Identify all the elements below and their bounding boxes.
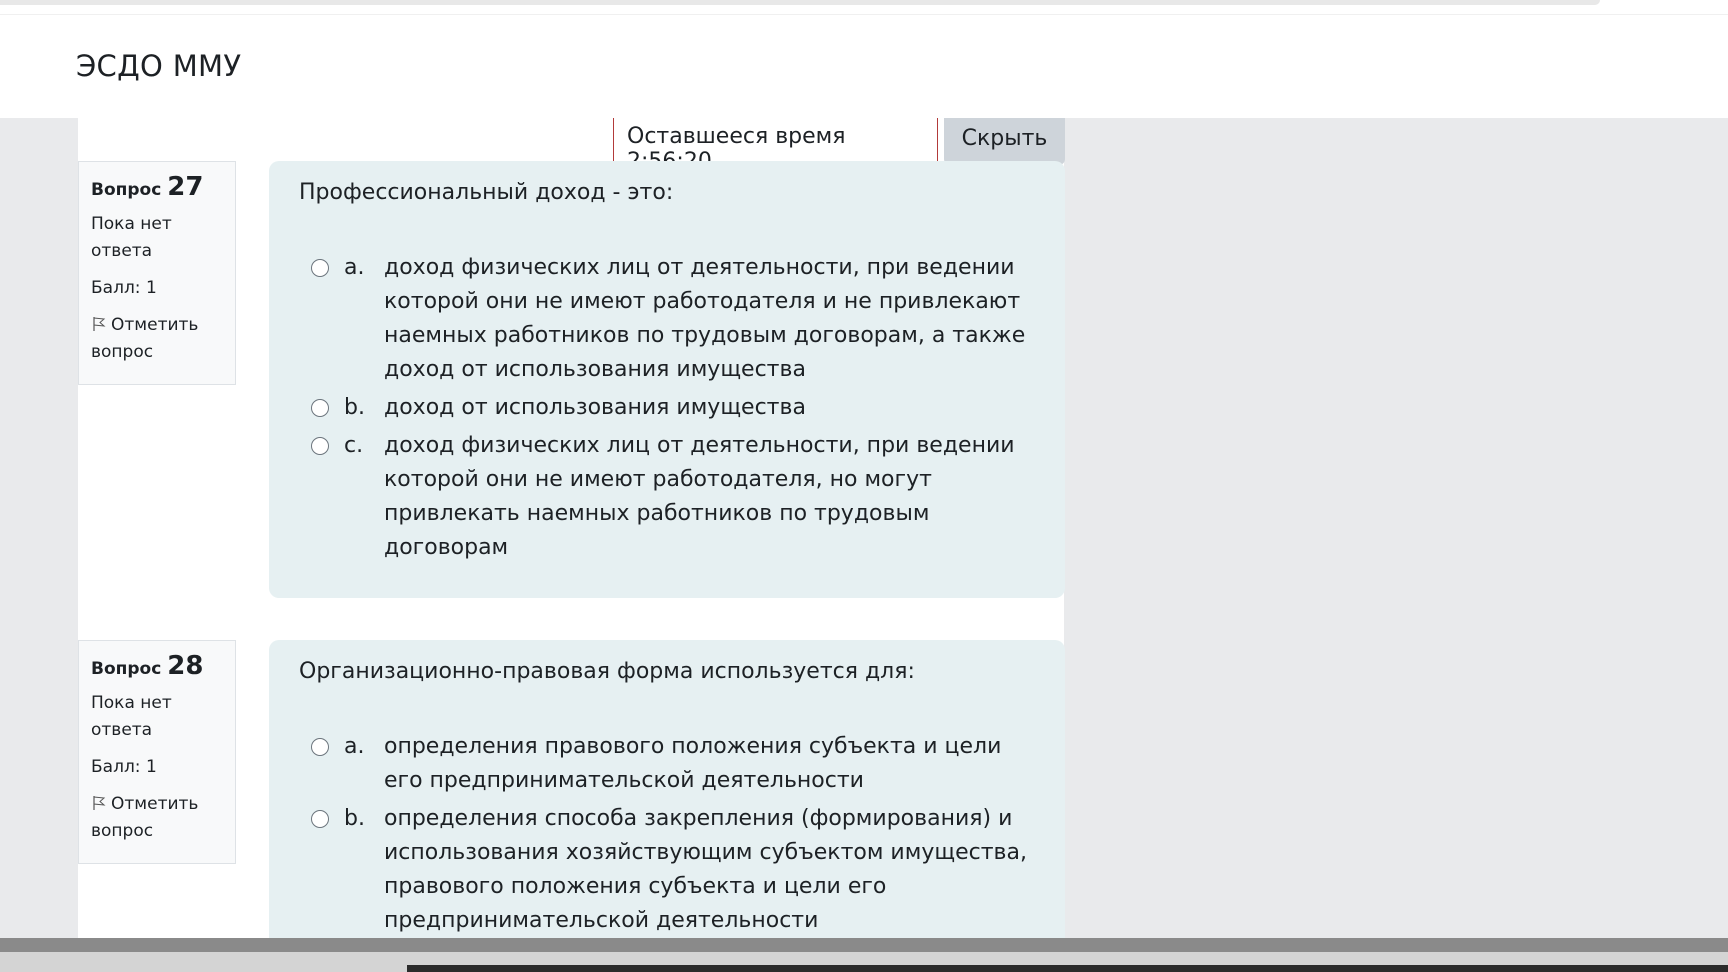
answer-letter: a. [344, 734, 365, 759]
question-number: 28 [167, 651, 204, 681]
answer-letter: a. [344, 255, 365, 280]
radio-button[interactable] [311, 259, 329, 277]
hide-timer-button[interactable]: Скрыть [944, 118, 1065, 165]
question-grade: Балл: 1 [91, 757, 157, 777]
answer-text[interactable]: определения способа закрепления (формиро… [384, 802, 1035, 938]
answer-option-b[interactable]: b. определения способа закрепления (форм… [299, 802, 1035, 938]
flag-icon [93, 317, 106, 331]
answer-letter: b. [344, 395, 365, 420]
answer-letter: c. [344, 433, 364, 458]
question-grade: Балл: 1 [91, 278, 157, 298]
flag-question-label: Отметить вопрос [91, 794, 199, 841]
bottom-scroll-bar [0, 938, 1728, 952]
answer-option-c[interactable]: c. доход физических лиц от деятельности,… [299, 429, 1035, 565]
taskbar-dark-strip [407, 965, 1728, 972]
question-state: Пока нет ответа [91, 693, 172, 740]
answer-option-b[interactable]: b. доход от использования имущества [299, 391, 1035, 425]
answer-text[interactable]: доход физических лиц от деятельности, пр… [384, 429, 1035, 565]
question-number: 27 [167, 172, 204, 202]
question-label: Вопрос [91, 180, 162, 200]
question-content-28: Организационно-правовая форма использует… [269, 640, 1065, 938]
question-text: Профессиональный доход - это: [299, 180, 674, 205]
site-header: ЭСДО ММУ [0, 15, 1728, 118]
question-state: Пока нет ответа [91, 214, 172, 261]
question-label: Вопрос [91, 659, 162, 679]
answer-text[interactable]: определения правового положения субъекта… [384, 730, 1035, 798]
answer-letter: b. [344, 806, 365, 831]
browser-top-strip [0, 0, 1600, 5]
flag-question-link[interactable]: Отметить вопрос [91, 791, 223, 845]
question-info-27: Вопрос 27 Пока нет ответа Балл: 1 Отмети… [78, 161, 236, 385]
site-title[interactable]: ЭСДО ММУ [76, 49, 241, 83]
quiz-timer: Оставшееся время 2:56:20 [613, 118, 938, 174]
question-text: Организационно-правовая форма использует… [299, 659, 915, 684]
flag-question-link[interactable]: Отметить вопрос [91, 312, 223, 366]
radio-button[interactable] [311, 810, 329, 828]
flag-icon [93, 796, 106, 810]
flag-question-label: Отметить вопрос [91, 315, 199, 362]
answer-option-a[interactable]: a. доход физических лиц от деятельности,… [299, 251, 1035, 387]
question-content-27: Профессиональный доход - это: a. доход ф… [269, 161, 1065, 598]
answer-text[interactable]: доход от использования имущества [384, 391, 1035, 425]
radio-button[interactable] [311, 437, 329, 455]
answer-text[interactable]: доход физических лиц от деятельности, пр… [384, 251, 1035, 387]
radio-button[interactable] [311, 399, 329, 417]
question-info-28: Вопрос 28 Пока нет ответа Балл: 1 Отмети… [78, 640, 236, 864]
radio-button[interactable] [311, 738, 329, 756]
answer-option-a[interactable]: a. определения правового положения субъе… [299, 730, 1035, 798]
